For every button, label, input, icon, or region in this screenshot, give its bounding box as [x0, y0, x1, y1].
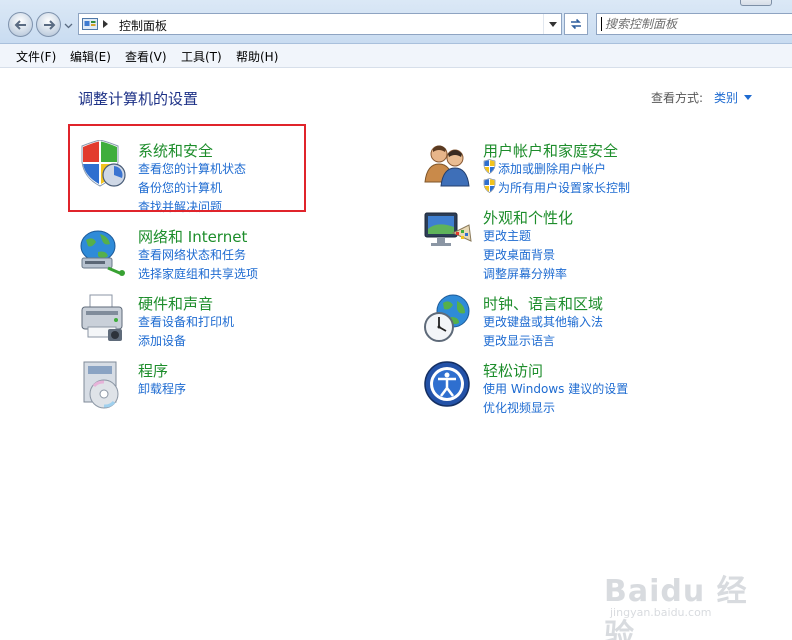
link-change-keyboard-input[interactable]: 更改键盘或其他输入法 — [483, 313, 603, 330]
minimize-button[interactable] — [740, 0, 772, 6]
link-adjust-resolution[interactable]: 调整屏幕分辨率 — [483, 265, 567, 282]
link-optimize-video-display[interactable]: 优化视频显示 — [483, 399, 555, 416]
link-devices-printers[interactable]: 查看设备和打印机 — [138, 313, 234, 330]
category-title-programs[interactable]: 程序 — [138, 360, 168, 381]
address-toolbar: 控制面板 — [0, 0, 792, 44]
link-windows-recommended-settings[interactable]: 使用 Windows 建议的设置 — [483, 380, 628, 397]
network-globe-icon[interactable] — [78, 226, 128, 276]
breadcrumb-control-panel[interactable]: 控制面板 — [119, 17, 167, 34]
menu-view[interactable]: 查看(V) — [125, 48, 167, 65]
view-by-label: 查看方式: — [651, 91, 704, 105]
forward-arrow-icon — [44, 20, 56, 30]
category-title-appearance[interactable]: 外观和个性化 — [483, 207, 573, 228]
link-parental-controls[interactable]: 为所有用户设置家长控制 — [498, 179, 630, 196]
link-change-desktop-background[interactable]: 更改桌面背景 — [483, 246, 555, 263]
view-by-chevron-icon[interactable] — [744, 95, 752, 100]
link-uninstall-program[interactable]: 卸载程序 — [138, 380, 186, 397]
category-title-clock-language-region[interactable]: 时钟、语言和区域 — [483, 293, 603, 314]
category-title-hardware-sound[interactable]: 硬件和声音 — [138, 293, 213, 314]
address-field[interactable]: 控制面板 — [78, 13, 562, 35]
back-button[interactable] — [8, 12, 33, 37]
category-title-user-accounts[interactable]: 用户帐户和家庭安全 — [483, 140, 618, 161]
search-input[interactable] — [605, 16, 785, 32]
watermark-url: jingyan.baidu.com — [610, 606, 712, 619]
category-programs: 程序 卸载程序 — [78, 360, 308, 410]
refresh-button[interactable] — [564, 13, 588, 35]
category-user-accounts: 用户帐户和家庭安全 添加或删除用户帐户 为所有用户设置家长控制 — [423, 140, 663, 200]
link-change-display-language[interactable]: 更改显示语言 — [483, 332, 555, 349]
category-title-network-internet[interactable]: 网络和 Internet — [138, 226, 247, 247]
users-icon[interactable] — [423, 140, 473, 190]
control-panel-content: 调整计算机的设置 查看方式: 类别 系统和安全 查看您的计算机状态 备份您的计算… — [0, 68, 792, 640]
printer-hardware-icon[interactable] — [78, 293, 128, 343]
category-hardware-sound: 硬件和声音 查看设备和打印机 添加设备 — [78, 293, 308, 353]
address-history-dropdown[interactable] — [543, 14, 561, 34]
category-title-ease-of-access[interactable]: 轻松访问 — [483, 360, 543, 381]
category-appearance: 外观和个性化 更改主题 更改桌面背景 调整屏幕分辨率 — [423, 207, 663, 282]
breadcrumb-separator-icon[interactable] — [103, 20, 108, 28]
uac-shield-icon — [483, 159, 496, 174]
ease-of-access-icon[interactable] — [423, 360, 473, 410]
menu-file[interactable]: 文件(F) — [16, 48, 56, 65]
link-homegroup-sharing[interactable]: 选择家庭组和共享选项 — [138, 265, 258, 282]
category-network-internet: 网络和 Internet 查看网络状态和任务 选择家庭组和共享选项 — [78, 226, 308, 286]
menu-edit[interactable]: 编辑(E) — [70, 48, 111, 65]
menu-tools[interactable]: 工具(T) — [181, 48, 222, 65]
refresh-icon — [571, 18, 581, 30]
uac-shield-icon — [483, 178, 496, 193]
watermark-brand: Baidu 经验 — [604, 574, 748, 640]
link-network-status[interactable]: 查看网络状态和任务 — [138, 246, 246, 263]
link-change-theme[interactable]: 更改主题 — [483, 227, 531, 244]
baidu-watermark: Baidu 经验 jingyan.baidu.com — [604, 566, 764, 640]
control-panel-icon — [82, 18, 98, 30]
highlight-box — [68, 124, 306, 212]
programs-disc-icon[interactable] — [78, 360, 128, 410]
monitor-palette-icon[interactable] — [423, 207, 473, 257]
menu-bar: 文件(F) 编辑(E) 查看(V) 工具(T) 帮助(H) — [0, 44, 792, 68]
recent-pages-dropdown-icon[interactable] — [64, 21, 73, 30]
search-box[interactable] — [596, 13, 792, 35]
link-add-device[interactable]: 添加设备 — [138, 332, 186, 349]
category-clock-language-region: 时钟、语言和区域 更改键盘或其他输入法 更改显示语言 — [423, 293, 663, 353]
forward-button[interactable] — [36, 12, 61, 37]
page-title: 调整计算机的设置 — [78, 90, 199, 108]
category-ease-of-access: 轻松访问 使用 Windows 建议的设置 优化视频显示 — [423, 360, 663, 420]
back-arrow-icon — [14, 20, 26, 30]
menu-help[interactable]: 帮助(H) — [236, 48, 278, 65]
clock-globe-icon[interactable] — [423, 293, 473, 343]
link-add-remove-accounts[interactable]: 添加或删除用户帐户 — [498, 160, 606, 177]
view-by-dropdown[interactable]: 类别 — [714, 89, 738, 106]
